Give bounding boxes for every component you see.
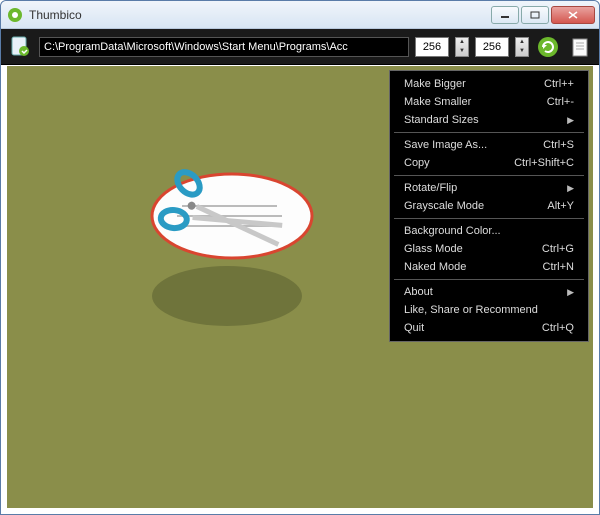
spin-up-icon[interactable]: ▲	[516, 38, 528, 47]
menu-item-label: Naked Mode	[404, 261, 466, 273]
menu-item-shortcut: Ctrl+N	[543, 261, 574, 273]
menu-item[interactable]: Naked Mode Ctrl+N	[390, 258, 588, 276]
menu-item-label: Glass Mode	[404, 243, 463, 255]
menu-item-label: Background Color...	[404, 225, 501, 237]
height-input[interactable]	[475, 37, 509, 57]
spin-down-icon[interactable]: ▼	[456, 47, 468, 56]
file-icon[interactable]	[7, 34, 33, 60]
spin-down-icon[interactable]: ▼	[516, 47, 528, 56]
menu-item-shortcut: Alt+Y	[547, 200, 574, 212]
app-icon	[7, 7, 23, 23]
menu-item[interactable]: Background Color...	[390, 222, 588, 240]
menu-item-shortcut: Ctrl+-	[547, 96, 574, 108]
menu-item-label: Rotate/Flip	[404, 182, 457, 194]
width-input[interactable]	[415, 37, 449, 57]
menu-item-label: Make Smaller	[404, 96, 471, 108]
maximize-button[interactable]	[521, 6, 549, 24]
menu-item[interactable]: Glass Mode Ctrl+G	[390, 240, 588, 258]
menu-separator	[394, 279, 584, 280]
menu-item-label: Make Bigger	[404, 78, 466, 90]
submenu-arrow-icon: ▶	[567, 183, 574, 194]
menu-separator	[394, 132, 584, 133]
submenu-arrow-icon: ▶	[567, 115, 574, 126]
window-controls	[491, 6, 595, 24]
menu-item[interactable]: Make Bigger Ctrl++	[390, 75, 588, 93]
submenu-arrow-icon: ▶	[567, 287, 574, 298]
menu-item-shortcut: Ctrl+G	[542, 243, 574, 255]
close-button[interactable]	[551, 6, 595, 24]
toolbar: ▲▼ ▲▼	[1, 29, 599, 65]
menu-item[interactable]: Grayscale Mode Alt+Y	[390, 197, 588, 215]
spin-up-icon[interactable]: ▲	[456, 38, 468, 47]
menu-item[interactable]: About ▶	[390, 283, 588, 301]
window-title: Thumbico	[29, 8, 491, 22]
menu-item-label: Save Image As...	[404, 139, 487, 151]
menu-item-label: Quit	[404, 322, 424, 334]
menu-item[interactable]: Like, Share or Recommend	[390, 301, 588, 319]
menu-separator	[394, 218, 584, 219]
titlebar: Thumbico	[1, 1, 599, 29]
menu-item-shortcut: Ctrl++	[544, 78, 574, 90]
width-spinner[interactable]: ▲▼	[455, 37, 469, 57]
context-menu: Make Bigger Ctrl++ Make Smaller Ctrl+- Stand…	[389, 70, 589, 342]
menu-item-label: Standard Sizes	[404, 114, 479, 126]
snipping-tool-icon	[117, 156, 337, 356]
menu-item-label: Grayscale Mode	[404, 200, 484, 212]
menu-item[interactable]: Copy Ctrl+Shift+C	[390, 154, 588, 172]
menu-item[interactable]: Save Image As... Ctrl+S	[390, 136, 588, 154]
menu-item-shortcut: Ctrl+Q	[542, 322, 574, 334]
menu-item-label: Like, Share or Recommend	[404, 304, 538, 316]
document-icon[interactable]	[567, 34, 593, 60]
app-window: Thumbico ▲▼ ▲▼	[0, 0, 600, 515]
menu-item-label: About	[404, 286, 433, 298]
menu-item[interactable]: Rotate/Flip ▶	[390, 179, 588, 197]
minimize-button[interactable]	[491, 6, 519, 24]
menu-item-shortcut: Ctrl+Shift+C	[514, 157, 574, 169]
menu-item[interactable]: Standard Sizes ▶	[390, 111, 588, 129]
path-input[interactable]	[39, 37, 409, 57]
menu-separator	[394, 175, 584, 176]
menu-item[interactable]: Make Smaller Ctrl+-	[390, 93, 588, 111]
refresh-button[interactable]	[535, 34, 561, 60]
menu-item-shortcut: Ctrl+S	[543, 139, 574, 151]
menu-item-label: Copy	[404, 157, 430, 169]
menu-item[interactable]: Quit Ctrl+Q	[390, 319, 588, 337]
height-spinner[interactable]: ▲▼	[515, 37, 529, 57]
